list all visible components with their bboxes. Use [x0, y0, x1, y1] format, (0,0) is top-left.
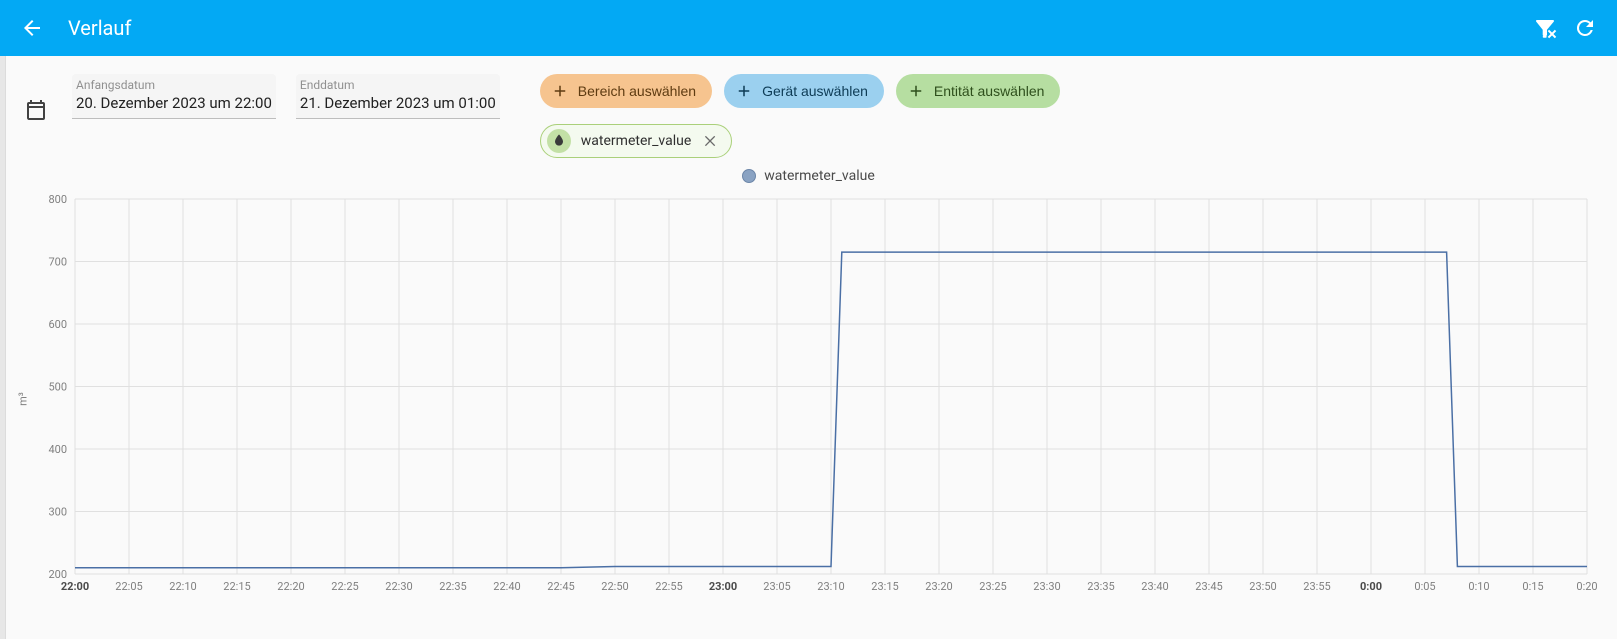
svg-text:0:10: 0:10: [1468, 580, 1489, 593]
end-date-field[interactable]: Enddatum 21. Dezember 2023 um 01:00: [296, 74, 500, 119]
legend-label: watermeter_value: [764, 168, 875, 184]
svg-text:600: 600: [48, 318, 67, 331]
legend-swatch: [742, 169, 756, 183]
svg-text:22:55: 22:55: [655, 580, 682, 593]
svg-text:22:40: 22:40: [493, 580, 520, 593]
end-date-label: Enddatum: [300, 78, 496, 92]
chart-legend: watermeter_value: [0, 168, 1617, 184]
back-button[interactable]: [12, 8, 52, 48]
svg-text:800: 800: [48, 194, 67, 206]
svg-text:23:20: 23:20: [925, 580, 952, 593]
selected-entity-name: watermeter_value: [581, 133, 692, 149]
filter-remove-icon: [1533, 16, 1557, 40]
svg-text:23:35: 23:35: [1087, 580, 1114, 593]
svg-text:23:10: 23:10: [817, 580, 844, 593]
svg-text:0:05: 0:05: [1414, 580, 1435, 593]
svg-text:500: 500: [48, 381, 67, 394]
water-drop-icon: [547, 129, 571, 153]
svg-text:400: 400: [48, 443, 67, 456]
choose-area-label: Bereich auswählen: [578, 83, 696, 99]
svg-text:23:00: 23:00: [709, 580, 737, 593]
svg-text:22:30: 22:30: [385, 580, 412, 593]
choose-area-chip[interactable]: Bereich auswählen: [540, 74, 712, 108]
refresh-icon: [1573, 16, 1597, 40]
svg-text:23:25: 23:25: [979, 580, 1006, 593]
plus-icon: [906, 81, 926, 101]
start-date-value: 20. Dezember 2023 um 22:00: [76, 94, 272, 112]
svg-text:22:10: 22:10: [169, 580, 196, 593]
choose-entity-chip[interactable]: Entität auswählen: [896, 74, 1061, 108]
filter-row: Anfangsdatum 20. Dezember 2023 um 22:00 …: [0, 56, 1617, 158]
chart-container: m³ 20030040050060070080022:0022:0522:102…: [20, 194, 1597, 604]
history-chart[interactable]: 20030040050060070080022:0022:0522:1022:1…: [20, 194, 1597, 604]
chart-y-axis-label: m³: [16, 392, 29, 406]
svg-text:23:15: 23:15: [871, 580, 898, 593]
close-icon: [703, 133, 719, 149]
arrow-left-icon: [20, 16, 44, 40]
svg-text:22:05: 22:05: [115, 580, 142, 593]
svg-text:0:15: 0:15: [1522, 580, 1543, 593]
svg-text:23:45: 23:45: [1195, 580, 1222, 593]
svg-text:22:35: 22:35: [439, 580, 466, 593]
svg-text:700: 700: [48, 256, 67, 269]
choose-device-chip[interactable]: Gerät auswählen: [724, 74, 884, 108]
svg-text:22:50: 22:50: [601, 580, 628, 593]
svg-text:22:00: 22:00: [61, 580, 89, 593]
end-date-value: 21. Dezember 2023 um 01:00: [300, 94, 496, 112]
app-header: Verlauf: [0, 0, 1617, 56]
refresh-button[interactable]: [1565, 8, 1605, 48]
svg-text:0:00: 0:00: [1360, 580, 1382, 593]
svg-text:22:20: 22:20: [277, 580, 304, 593]
choose-entity-label: Entität auswählen: [934, 83, 1045, 99]
page-title: Verlauf: [68, 16, 131, 40]
calendar-button[interactable]: [20, 94, 52, 126]
svg-text:23:30: 23:30: [1033, 580, 1060, 593]
start-date-field[interactable]: Anfangsdatum 20. Dezember 2023 um 22:00: [72, 74, 276, 119]
start-date-label: Anfangsdatum: [76, 78, 272, 92]
remove-entity-button[interactable]: [701, 131, 721, 151]
svg-text:0:20: 0:20: [1576, 580, 1597, 593]
choose-device-label: Gerät auswählen: [762, 83, 868, 99]
svg-text:23:40: 23:40: [1141, 580, 1168, 593]
sidebar-stub: [0, 56, 6, 639]
calendar-icon: [24, 98, 48, 122]
svg-text:22:15: 22:15: [223, 580, 250, 593]
filter-remove-button[interactable]: [1525, 8, 1565, 48]
svg-text:23:55: 23:55: [1303, 580, 1330, 593]
plus-icon: [550, 81, 570, 101]
svg-text:22:45: 22:45: [547, 580, 574, 593]
svg-text:22:25: 22:25: [331, 580, 358, 593]
plus-icon: [734, 81, 754, 101]
svg-text:300: 300: [48, 506, 67, 519]
svg-text:23:05: 23:05: [763, 580, 790, 593]
selected-entity-chip[interactable]: watermeter_value: [540, 124, 733, 158]
svg-text:23:50: 23:50: [1249, 580, 1276, 593]
